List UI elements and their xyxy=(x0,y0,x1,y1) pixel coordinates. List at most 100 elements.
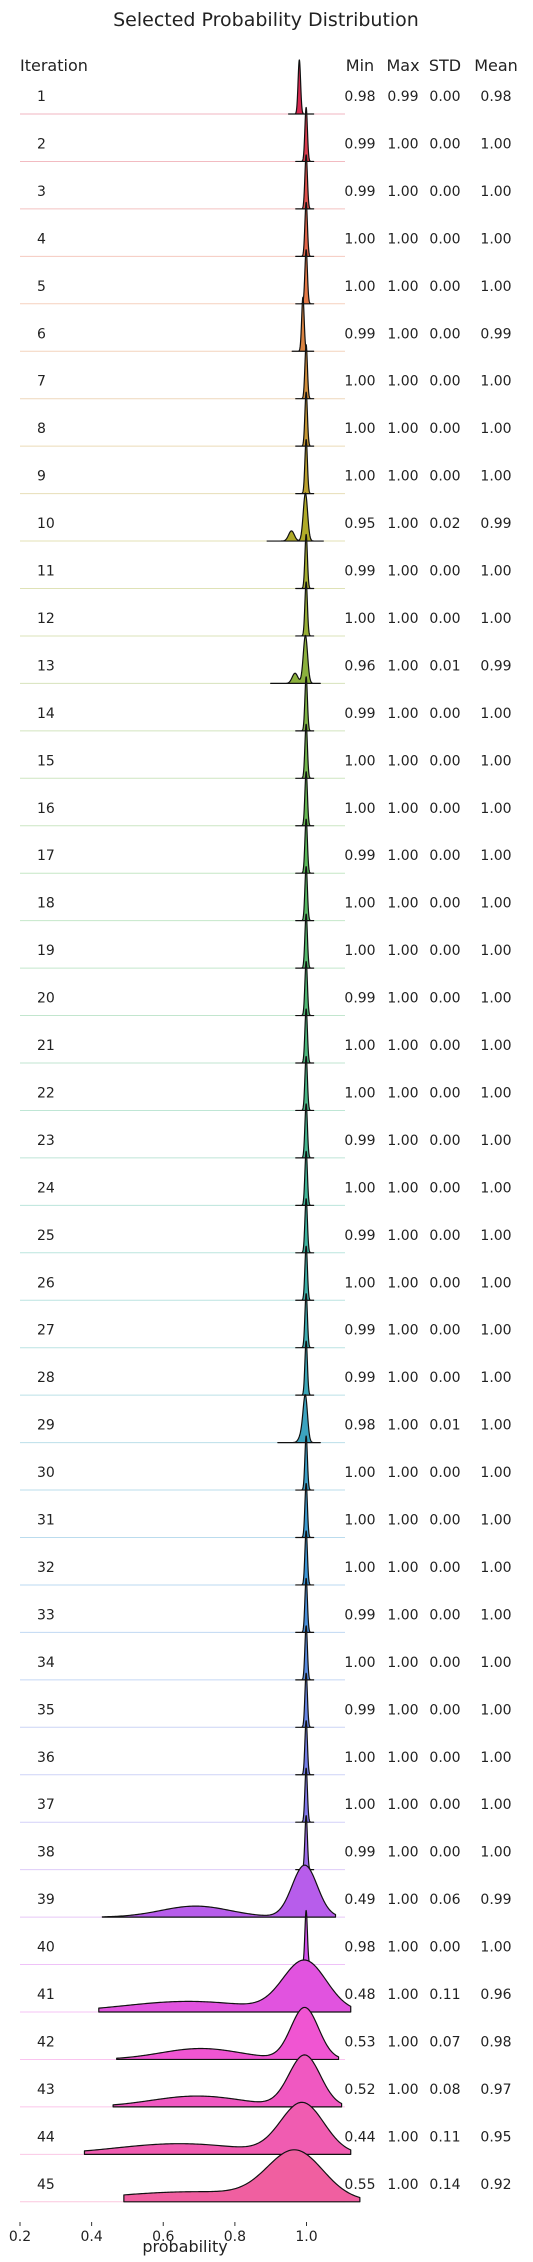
ridge-row-37: 37 1.00 1.00 0.00 1.00 xyxy=(20,1767,512,1823)
stat-mean: 1.00 xyxy=(480,421,511,437)
stat-min: 0.99 xyxy=(344,706,375,722)
stat-std: 0.06 xyxy=(429,1892,460,1908)
stat-min: 0.53 xyxy=(344,2034,375,2050)
x-tick-label: 0.4 xyxy=(80,2229,102,2245)
iteration-label: 17 xyxy=(37,848,55,864)
iteration-label: 27 xyxy=(37,1323,55,1339)
stat-header-max: Max xyxy=(386,56,419,75)
iteration-label: 12 xyxy=(37,611,55,627)
stat-std: 0.00 xyxy=(429,231,460,247)
density-curve xyxy=(116,2006,340,2061)
ridge-row-44: 44 0.44 1.00 0.11 0.95 xyxy=(20,2101,512,2155)
iteration-label: 25 xyxy=(37,1228,55,1244)
ridge-row-11: 11 0.99 1.00 0.00 1.00 xyxy=(20,533,512,590)
stat-mean: 1.00 xyxy=(480,1228,511,1244)
iteration-label: 20 xyxy=(37,991,55,1007)
stat-mean: 1.00 xyxy=(480,1940,511,1956)
stat-max: 0.99 xyxy=(387,89,418,105)
stat-mean: 0.95 xyxy=(480,2129,511,2145)
iteration-label: 45 xyxy=(37,2177,55,2193)
stat-std: 0.11 xyxy=(429,1987,460,2003)
stat-min: 1.00 xyxy=(344,1275,375,1291)
density-curve xyxy=(98,1959,352,2013)
stat-std: 0.07 xyxy=(429,2034,460,2050)
stat-min: 0.52 xyxy=(344,2082,375,2098)
x-axis-label: probability xyxy=(142,2237,227,2256)
iteration-label: 32 xyxy=(37,1560,55,1576)
iteration-label: 11 xyxy=(37,564,55,580)
chart-title: Selected Probability Distribution xyxy=(113,9,419,31)
stat-max: 1.00 xyxy=(387,1750,418,1766)
stat-max: 1.00 xyxy=(387,1228,418,1244)
iteration-label: 24 xyxy=(37,1180,55,1196)
stat-std: 0.00 xyxy=(429,136,460,152)
stat-std: 0.00 xyxy=(429,1323,460,1339)
stat-max: 1.00 xyxy=(387,1797,418,1813)
iteration-label: 9 xyxy=(37,469,46,485)
density-curve xyxy=(295,913,315,969)
stat-std: 0.00 xyxy=(429,421,460,437)
stat-mean: 1.00 xyxy=(480,991,511,1007)
density-curve xyxy=(295,771,315,827)
stat-min: 1.00 xyxy=(344,469,375,485)
ridge-row-25: 25 0.99 1.00 0.00 1.00 xyxy=(20,1198,512,1254)
iteration-label: 35 xyxy=(37,1702,55,1718)
stat-min: 1.00 xyxy=(344,421,375,437)
stat-mean: 1.00 xyxy=(480,943,511,959)
ridge-row-32: 32 1.00 1.00 0.00 1.00 xyxy=(20,1530,512,1586)
stat-min: 1.00 xyxy=(344,374,375,390)
stat-min: 1.00 xyxy=(344,231,375,247)
stat-max: 1.00 xyxy=(387,516,418,532)
stat-std: 0.00 xyxy=(429,991,460,1007)
ridge-row-9: 9 1.00 1.00 0.00 1.00 xyxy=(20,439,512,495)
ridge-row-19: 19 1.00 1.00 0.00 1.00 xyxy=(20,913,512,969)
stat-min: 1.00 xyxy=(344,611,375,627)
stat-header-std: STD xyxy=(429,56,461,75)
stat-std: 0.00 xyxy=(429,1845,460,1861)
stat-max: 1.00 xyxy=(387,1560,418,1576)
stat-std: 0.00 xyxy=(429,564,460,580)
stat-mean: 0.99 xyxy=(480,658,511,674)
stat-mean: 0.98 xyxy=(480,89,511,105)
stat-min: 0.44 xyxy=(344,2129,375,2145)
stat-min: 0.99 xyxy=(344,136,375,152)
stat-max: 1.00 xyxy=(387,136,418,152)
stat-max: 1.00 xyxy=(387,564,418,580)
stat-std: 0.02 xyxy=(429,516,460,532)
ridge-row-21: 21 1.00 1.00 0.00 1.00 xyxy=(20,1008,512,1064)
stat-std: 0.00 xyxy=(429,1797,460,1813)
stat-min: 0.98 xyxy=(344,89,375,105)
density-curve xyxy=(123,2149,361,2203)
stat-max: 1.00 xyxy=(387,2034,418,2050)
stat-std: 0.14 xyxy=(429,2177,460,2193)
stat-min: 1.00 xyxy=(344,1513,375,1529)
ridge-row-26: 26 1.00 1.00 0.00 1.00 xyxy=(20,1245,512,1301)
stat-std: 0.00 xyxy=(429,1370,460,1386)
iteration-label: 26 xyxy=(37,1275,55,1291)
stat-mean: 1.00 xyxy=(480,1845,511,1861)
stat-min: 1.00 xyxy=(344,753,375,769)
ridge-rows: 1 0.98 0.99 0.00 0.982 0.99 1.00 0.00 1.003 0.99 1… xyxy=(20,59,512,2203)
ridge-row-30: 30 1.00 1.00 0.00 1.00 xyxy=(20,1435,512,1491)
density-curve xyxy=(295,439,315,495)
stat-mean: 1.00 xyxy=(480,1323,511,1339)
density-curve xyxy=(295,1103,315,1159)
stat-max: 1.00 xyxy=(387,1465,418,1481)
stat-min: 0.95 xyxy=(344,516,375,532)
stat-mean: 1.00 xyxy=(480,184,511,200)
density-curve xyxy=(83,2101,352,2155)
ridge-row-2: 2 0.99 1.00 0.00 1.00 xyxy=(20,106,512,163)
stat-mean: 1.00 xyxy=(480,1038,511,1054)
stat-max: 1.00 xyxy=(387,1892,418,1908)
ridge-row-3: 3 0.99 1.00 0.00 1.00 xyxy=(20,154,512,210)
stat-mean: 1.00 xyxy=(480,279,511,295)
stat-min: 1.00 xyxy=(344,1797,375,1813)
stat-min: 1.00 xyxy=(344,943,375,959)
stat-mean: 1.00 xyxy=(480,611,511,627)
ridge-row-35: 35 0.99 1.00 0.00 1.00 xyxy=(20,1672,512,1728)
density-curve xyxy=(295,1625,315,1681)
ridge-row-16: 16 1.00 1.00 0.00 1.00 xyxy=(20,771,512,827)
stat-mean: 1.00 xyxy=(480,706,511,722)
iteration-label: 18 xyxy=(37,896,55,912)
stat-max: 1.00 xyxy=(387,1180,418,1196)
